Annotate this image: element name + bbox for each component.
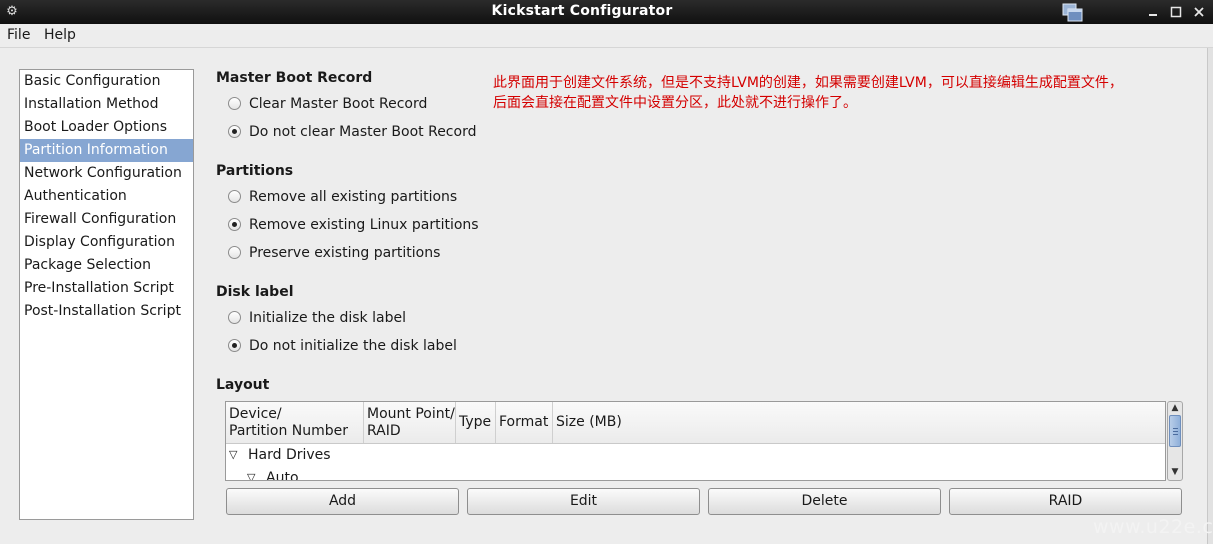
scroll-down-icon[interactable]: ▼ <box>1168 467 1182 477</box>
sidebar-item-firewall-configuration[interactable]: Firewall Configuration <box>20 208 193 231</box>
radio-label: Do not clear Master Boot Record <box>249 124 477 140</box>
column-header-format[interactable]: Format <box>496 402 553 443</box>
table-header: Device/ Partition Number Mount Point/ RA… <box>226 402 1165 444</box>
menu-help[interactable]: Help <box>42 27 78 43</box>
title-bar: ⚙ Kickstart Configurator <box>0 0 1213 24</box>
window-scrollbar[interactable] <box>1207 48 1213 544</box>
sidebar-item-basic-configuration[interactable]: Basic Configuration <box>20 70 193 93</box>
watermark-text: www.u22e.com <box>1093 516 1213 538</box>
menu-bar: File Help <box>0 24 1213 48</box>
table-scrollbar[interactable]: ▲ ▼ <box>1167 401 1183 481</box>
disklabel-heading: Disk label <box>216 284 294 300</box>
column-header-device[interactable]: Device/ Partition Number <box>226 402 364 443</box>
add-button[interactable]: Add <box>226 488 459 515</box>
radio-button-checked[interactable] <box>228 125 241 138</box>
radio-label: Remove all existing partitions <box>249 189 458 205</box>
radio-label: Remove existing Linux partitions <box>249 217 479 233</box>
tree-row-label: Auto <box>266 470 299 481</box>
partition-layout-table: Device/ Partition Number Mount Point/ RA… <box>225 401 1166 481</box>
sidebar-item-pre-installation-script[interactable]: Pre-Installation Script <box>20 277 193 300</box>
sidebar-item-post-installation-script[interactable]: Post-Installation Script <box>20 300 193 323</box>
radio-button-checked[interactable] <box>228 339 241 352</box>
partitions-heading: Partitions <box>216 163 294 179</box>
layout-heading: Layout <box>216 377 270 393</box>
sidebar-item-boot-loader-options[interactable]: Boot Loader Options <box>20 116 193 139</box>
expander-down-icon[interactable]: ▽ <box>229 444 237 466</box>
sidebar-item-display-configuration[interactable]: Display Configuration <box>20 231 193 254</box>
sidebar-item-authentication[interactable]: Authentication <box>20 185 193 208</box>
radio-label: Do not initialize the disk label <box>249 338 457 354</box>
radio-button[interactable] <box>228 190 241 203</box>
sidebar-item-installation-method[interactable]: Installation Method <box>20 93 193 116</box>
scroll-thumb[interactable] <box>1169 415 1181 447</box>
annotation-line-1: 此界面用于创建文件系统，但是不支持LVM的创建，如果需要创建LVM，可以直接编辑… <box>493 75 1123 91</box>
annotation-line-2: 后面会直接在配置文件中设置分区，此处就不进行操作了。 <box>493 95 857 111</box>
mbr-heading: Master Boot Record <box>216 70 373 86</box>
maximize-icon[interactable] <box>1167 3 1185 21</box>
column-header-size[interactable]: Size (MB) <box>553 402 1165 443</box>
radio-label: Initialize the disk label <box>249 310 406 326</box>
radio-button-checked[interactable] <box>228 218 241 231</box>
radio-button[interactable] <box>228 246 241 259</box>
minimize-icon[interactable] <box>1144 3 1162 21</box>
radio-label: Clear Master Boot Record <box>249 96 428 112</box>
tree-row-label: Hard Drives <box>248 447 331 463</box>
sidebar-nav: Basic Configuration Installation Method … <box>19 69 194 520</box>
radio-label: Preserve existing partitions <box>249 245 441 261</box>
window-stack-icon <box>1062 3 1084 22</box>
edit-button[interactable]: Edit <box>467 488 700 515</box>
window-title: Kickstart Configurator <box>491 3 673 19</box>
scroll-up-icon[interactable]: ▲ <box>1168 403 1182 413</box>
delete-button[interactable]: Delete <box>708 488 941 515</box>
radio-button[interactable] <box>228 311 241 324</box>
expander-down-icon[interactable]: ▽ <box>247 467 255 480</box>
close-icon[interactable] <box>1190 3 1208 21</box>
menu-file[interactable]: File <box>5 27 32 43</box>
radio-button[interactable] <box>228 97 241 110</box>
annotation-note: 此界面用于创建文件系统，但是不支持LVM的创建，如果需要创建LVM，可以直接编辑… <box>493 73 1205 113</box>
sidebar-item-network-configuration[interactable]: Network Configuration <box>20 162 193 185</box>
sidebar-item-partition-information[interactable]: Partition Information <box>20 139 193 162</box>
raid-button[interactable]: RAID <box>949 488 1182 515</box>
sidebar-item-package-selection[interactable]: Package Selection <box>20 254 193 277</box>
column-header-mount-point[interactable]: Mount Point/ RAID <box>364 402 456 443</box>
column-header-type[interactable]: Type <box>456 402 496 443</box>
